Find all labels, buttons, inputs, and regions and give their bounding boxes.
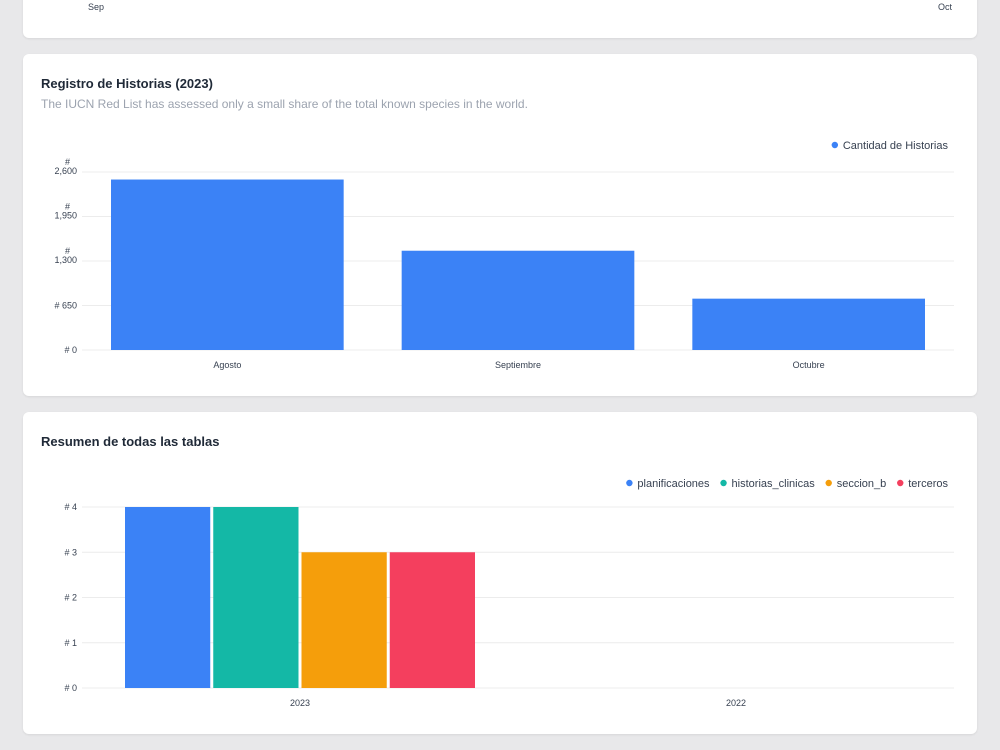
x-tick-label: 2023 [290, 698, 310, 708]
legend-label: terceros [908, 478, 948, 490]
y-tick-label: # 2 [64, 593, 77, 603]
y-tick-label: # 4 [64, 502, 77, 512]
x-tick-label: Oct [938, 2, 953, 12]
bar [692, 298, 925, 350]
y-tick-label: 1,300 [54, 255, 77, 265]
y-tick-label: # 0 [64, 345, 77, 355]
y-tick-label: 1,950 [54, 211, 77, 221]
x-tick-label: Agosto [213, 360, 241, 370]
legend-label: planificaciones [637, 478, 710, 490]
historias-chart-card: Registro de Historias (2023) The IUCN Re… [23, 54, 977, 396]
x-tick-label: Septiembre [495, 360, 541, 370]
legend-marker [720, 479, 727, 487]
bar [389, 552, 475, 688]
previous-chart-card: Sep Oct [23, 0, 977, 38]
x-tick-label: Sep [88, 2, 105, 12]
legend-label: historias_clinicas [732, 478, 816, 490]
bar [111, 179, 344, 350]
legend-label: seccion_b [837, 478, 887, 490]
legend-marker [897, 479, 904, 487]
historias-bar-chart: # 0# 650#1,300#1,950#2,600Cantidad de Hi… [54, 140, 954, 370]
legend-marker [626, 479, 633, 487]
legend-label: Cantidad de Historias [843, 140, 949, 152]
bar [401, 250, 635, 350]
y-tick-label: # 650 [54, 301, 77, 311]
bar [125, 507, 211, 688]
y-tick-label: # 3 [64, 547, 77, 557]
x-tick-label: 2022 [726, 698, 746, 708]
resumen-bar-chart: # 0 # 1 # 2 # 3 # 4 terceros seccion_b historia… [64, 478, 954, 708]
resumen-chart-card: Resumen de todas las tablas # 0 # 1 # 2 # 3… [23, 412, 977, 734]
bar [213, 507, 299, 688]
y-tick-label: # 0 [64, 683, 77, 693]
y-tick-label: # 1 [64, 638, 77, 648]
bar [301, 552, 387, 688]
legend-marker [825, 479, 832, 487]
legend-marker [831, 141, 839, 149]
x-tick-label: Octubre [793, 360, 825, 370]
y-tick-label: 2,600 [54, 166, 77, 176]
